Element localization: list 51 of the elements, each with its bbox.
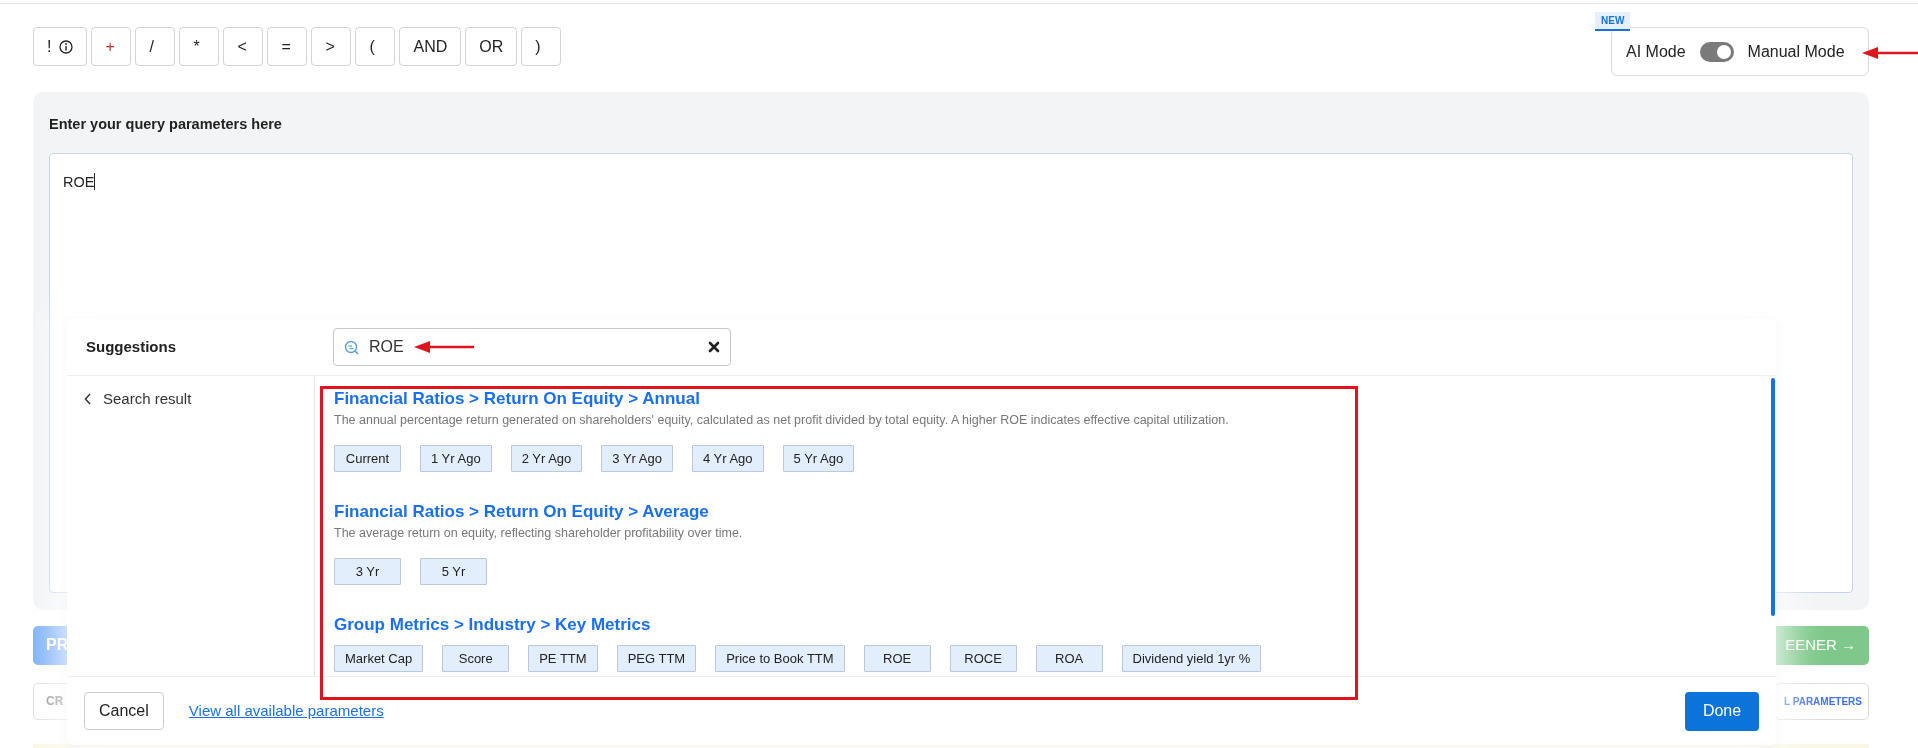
result-title[interactable]: Financial Ratios > Return On Equity > Annual [334,388,700,410]
result-title[interactable]: Group Metrics > Industry > Key Metrics [334,614,651,636]
operator-button[interactable]: = [267,27,308,66]
annotation-arrow [414,340,474,354]
parameters-button[interactable]: L PARAMETERS [1775,682,1869,720]
operator-button[interactable]: * [179,27,220,66]
option-chip[interactable]: ROA [1035,645,1103,672]
view-parameters-link[interactable]: View all available parameters [188,699,384,723]
option-chip[interactable]: Score [442,645,510,672]
result-description: The average return on equity, reflecting shareholder profitability over time. [334,525,744,542]
option-chip[interactable]: PE TTM [528,645,598,672]
toggle-label: AI Mode [1626,41,1686,62]
operator-button[interactable]: ( [355,27,396,66]
option-chip[interactable]: Market Cap [334,645,424,672]
chevron-left-icon [84,393,91,406]
option-chip[interactable]: 3 Yr [334,558,401,585]
back-link[interactable]: Search result [84,388,192,411]
new-badge: NEW [1595,12,1631,31]
toggle-label: Manual Mode [1747,41,1845,62]
operator-button[interactable]: AND [399,27,462,66]
option-chip[interactable]: 2 Yr Ago [510,445,583,472]
option-chip[interactable]: ROCE [949,645,1017,672]
operator-button[interactable]: OR [465,27,518,66]
search-icon [344,339,359,355]
option-chip[interactable]: Price to Book TTM [715,645,845,672]
option-chip[interactable]: Current [334,445,401,472]
operator-button[interactable]: > [311,27,352,66]
dialog-title: Suggestions [86,336,177,357]
option-chip[interactable]: 1 Yr Ago [420,445,492,472]
operator-button[interactable]: / [135,27,176,66]
option-chip[interactable]: 3 Yr Ago [601,445,673,472]
done-button[interactable]: Done [1685,691,1759,731]
option-chip[interactable]: 5 Yr [420,558,487,585]
option-chip[interactable]: Dividend yield 1yr % [1121,645,1262,672]
option-chip[interactable]: PEG TTM [616,645,697,672]
option-chip[interactable]: 5 Yr Ago [782,445,855,472]
scrollbar[interactable] [1771,378,1775,616]
operator-button[interactable]: ! [33,27,88,66]
mode-switch[interactable] [1699,41,1734,62]
clear-icon[interactable] [708,341,720,353]
result-title[interactable]: Financial Ratios > Return On Equity > Average [334,501,709,523]
cancel-button[interactable]: Cancel [84,692,164,730]
query-label: Enter your query parameters here [49,115,283,134]
search-field[interactable]: ROE [333,328,731,366]
option-chip[interactable]: 4 Yr Ago [691,445,764,472]
option-chip[interactable]: ROE [863,645,931,672]
operator-button[interactable]: + [91,27,132,66]
annotation-arrow [1862,46,1918,60]
operator-button[interactable]: ) [521,27,562,66]
operator-button[interactable]: < [223,27,264,66]
result-description: The annual percentage return generated on shareholders' equity, calculated as net profit divided by total equity. A higher ROE indicates effective capital utilization. [334,412,1230,429]
